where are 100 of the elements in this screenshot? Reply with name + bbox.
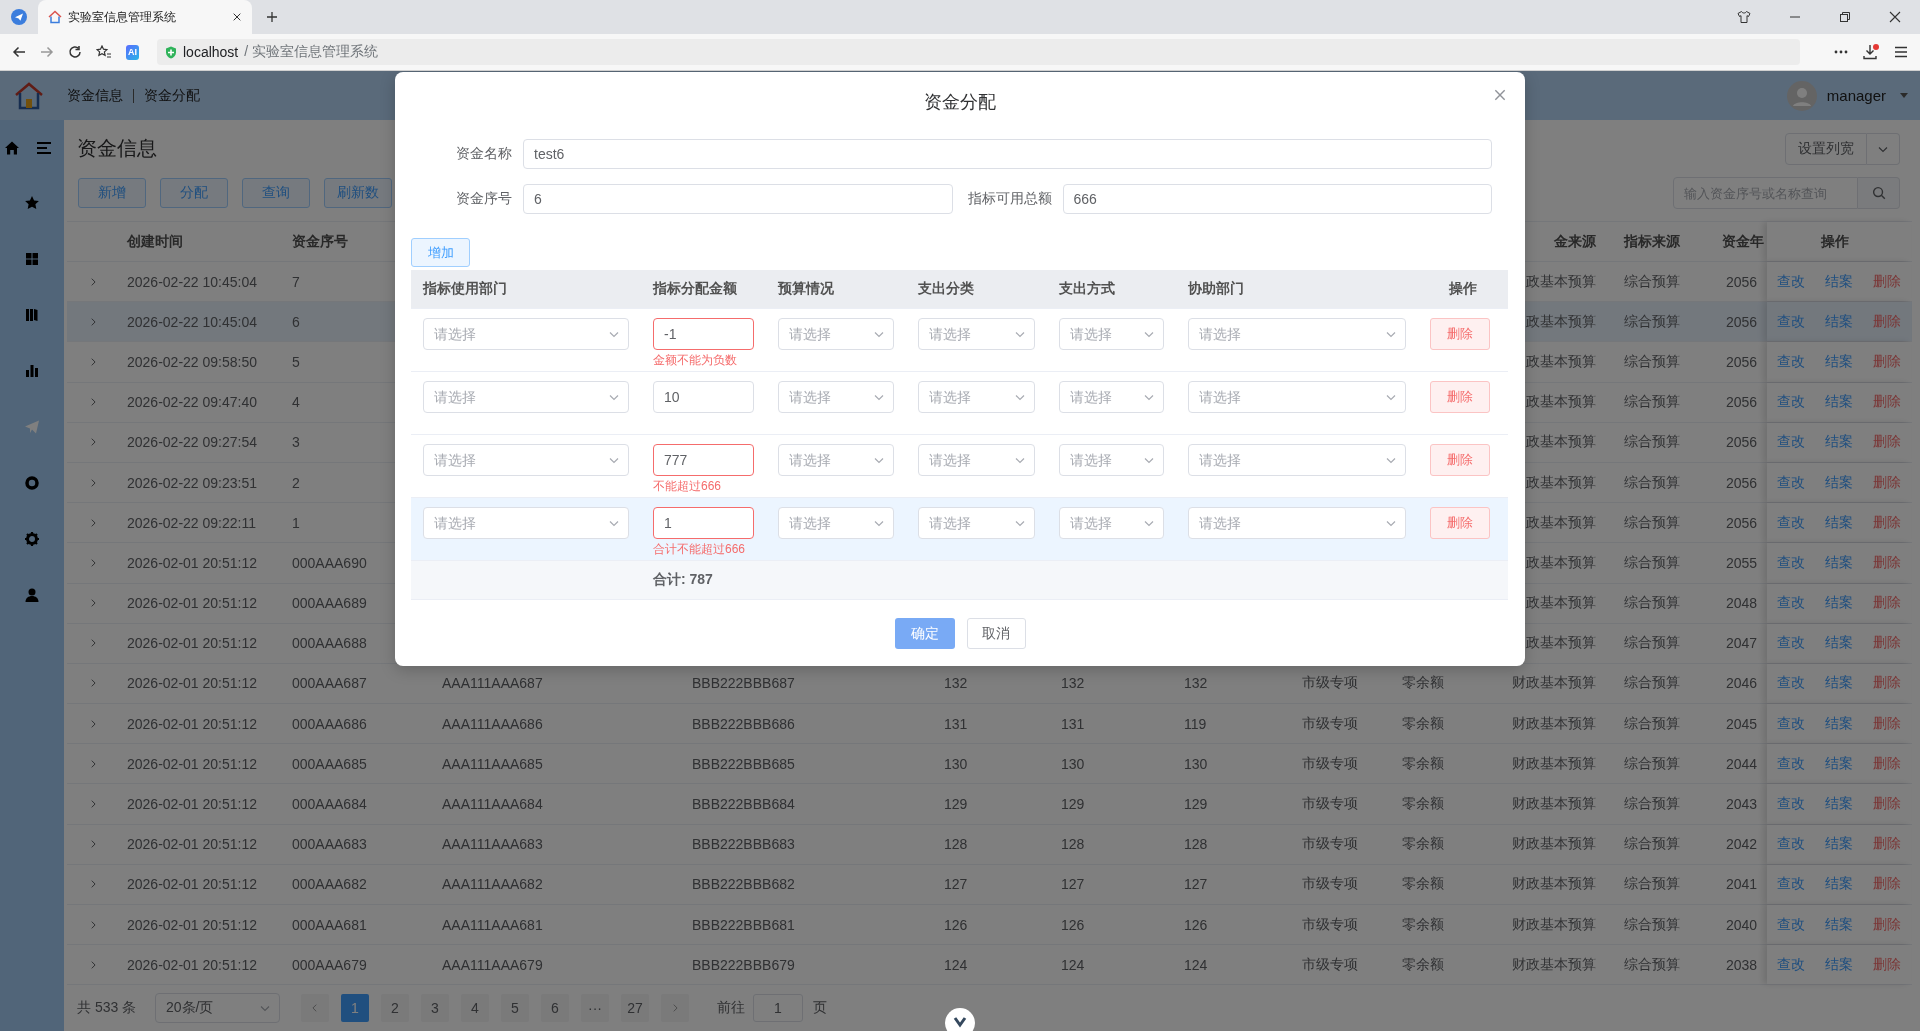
row-action-link[interactable]: 删除 xyxy=(1873,714,1901,733)
amount-field[interactable]: 777 xyxy=(653,444,754,476)
select-field[interactable]: 请选择 xyxy=(778,444,894,476)
page-button[interactable]: 3 xyxy=(421,994,449,1023)
row-action-link[interactable]: 查改 xyxy=(1777,714,1805,733)
user-name[interactable]: manager xyxy=(1826,87,1886,104)
column-width-button[interactable]: 设置列宽 xyxy=(1785,132,1867,165)
row-action-link[interactable]: 结案 xyxy=(1825,393,1853,412)
select-field[interactable]: 请选择 xyxy=(918,318,1035,350)
toolbar-button[interactable]: 刷新数 xyxy=(324,178,392,208)
cancel-button[interactable]: 取消 xyxy=(966,618,1026,649)
close-icon[interactable] xyxy=(232,12,242,22)
delete-button[interactable]: 删除 xyxy=(1430,444,1490,476)
select-field[interactable]: 请选择 xyxy=(423,444,629,476)
page-button[interactable]: 1 xyxy=(341,994,369,1023)
delete-button[interactable]: 删除 xyxy=(1430,381,1490,413)
row-action-link[interactable]: 结案 xyxy=(1825,433,1853,452)
select-field[interactable]: 请选择 xyxy=(1059,381,1164,413)
row-action-link[interactable]: 查改 xyxy=(1777,473,1805,492)
download-icon[interactable] xyxy=(1862,43,1880,61)
breadcrumb-item[interactable]: 资金信息 xyxy=(67,86,123,105)
row-action-link[interactable]: 查改 xyxy=(1777,393,1805,412)
gear-icon[interactable] xyxy=(24,531,40,547)
row-action-link[interactable]: 查改 xyxy=(1777,955,1805,974)
row-action-link[interactable]: 结案 xyxy=(1825,513,1853,532)
select-field[interactable]: 请选择 xyxy=(778,507,894,539)
row-action-link[interactable]: 删除 xyxy=(1873,875,1901,894)
row-action-link[interactable]: 结案 xyxy=(1825,754,1853,773)
row-action-link[interactable]: 查改 xyxy=(1777,433,1805,452)
row-action-link[interactable]: 查改 xyxy=(1777,835,1805,854)
confirm-button[interactable]: 确定 xyxy=(894,618,955,649)
grid-icon[interactable] xyxy=(24,251,40,267)
star-icon[interactable] xyxy=(24,195,40,211)
toolbar-button[interactable]: 新增 xyxy=(78,178,146,208)
select-field[interactable]: 请选择 xyxy=(918,381,1035,413)
caret-down-icon[interactable] xyxy=(1900,92,1908,99)
select-field[interactable]: 请选择 xyxy=(778,381,894,413)
address-bar[interactable]: localhost / 实验室信息管理系统 xyxy=(157,39,1800,65)
row-action-link[interactable]: 结案 xyxy=(1825,553,1853,572)
row-action-link[interactable]: 查改 xyxy=(1777,553,1805,572)
row-action-link[interactable]: 查改 xyxy=(1777,352,1805,371)
select-field[interactable]: 请选择 xyxy=(1188,507,1406,539)
row-action-link[interactable]: 删除 xyxy=(1873,272,1901,291)
row-action-link[interactable]: 删除 xyxy=(1873,955,1901,974)
paper-plane-icon[interactable] xyxy=(11,9,27,25)
select-field[interactable]: 请选择 xyxy=(1188,381,1406,413)
text-field[interactable]: 6 xyxy=(523,184,953,214)
select-field[interactable]: 请选择 xyxy=(423,381,629,413)
plus-icon[interactable] xyxy=(266,11,278,23)
row-action-link[interactable]: 查改 xyxy=(1777,875,1805,894)
restore-icon[interactable] xyxy=(1839,11,1851,23)
row-action-link[interactable]: 删除 xyxy=(1873,312,1901,331)
select-field[interactable]: 请选择 xyxy=(918,507,1035,539)
select-field[interactable]: 请选择 xyxy=(1059,507,1164,539)
row-action-link[interactable]: 删除 xyxy=(1873,634,1901,653)
page-button[interactable]: 4 xyxy=(461,994,489,1023)
browser-tab[interactable]: 实验室信息管理系统 xyxy=(38,0,252,34)
page-button[interactable]: 2 xyxy=(381,994,409,1023)
search-button[interactable] xyxy=(1858,177,1900,209)
more-icon[interactable] xyxy=(1834,50,1848,54)
select-field[interactable]: 请选择 xyxy=(423,318,629,350)
add-button[interactable]: 增加 xyxy=(411,238,470,267)
close-icon[interactable] xyxy=(1889,11,1901,23)
row-action-link[interactable]: 删除 xyxy=(1873,473,1901,492)
row-action-link[interactable]: 删除 xyxy=(1873,835,1901,854)
row-action-link[interactable]: 结案 xyxy=(1825,875,1853,894)
row-action-link[interactable]: 结案 xyxy=(1825,634,1853,653)
row-action-link[interactable]: 查改 xyxy=(1777,634,1805,653)
row-action-link[interactable]: 查改 xyxy=(1777,513,1805,532)
user-icon[interactable] xyxy=(24,587,40,603)
row-action-link[interactable]: 查改 xyxy=(1777,754,1805,773)
bar-chart-icon[interactable] xyxy=(24,363,40,379)
row-action-link[interactable]: 删除 xyxy=(1873,915,1901,934)
row-action-link[interactable]: 删除 xyxy=(1873,754,1901,773)
page-input[interactable]: 1 xyxy=(753,994,803,1023)
page-size-select[interactable]: 20条/页 xyxy=(155,993,280,1024)
row-action-link[interactable]: 结案 xyxy=(1825,915,1853,934)
row-action-link[interactable]: 结案 xyxy=(1825,272,1853,291)
select-field[interactable]: 请选择 xyxy=(423,507,629,539)
row-action-link[interactable]: 删除 xyxy=(1873,553,1901,572)
text-field[interactable]: 666 xyxy=(1062,184,1492,214)
row-action-link[interactable]: 查改 xyxy=(1777,312,1805,331)
amount-field[interactable]: 10 xyxy=(653,381,754,413)
back-icon[interactable] xyxy=(12,45,26,59)
row-action-link[interactable]: 结案 xyxy=(1825,312,1853,331)
row-action-link[interactable]: 删除 xyxy=(1873,393,1901,412)
toolbar-button[interactable]: 查询 xyxy=(242,178,310,208)
row-action-link[interactable]: 结案 xyxy=(1825,795,1853,814)
row-action-link[interactable]: 结案 xyxy=(1825,835,1853,854)
select-field[interactable]: 请选择 xyxy=(778,318,894,350)
row-action-link[interactable]: 查改 xyxy=(1777,594,1805,613)
book-icon[interactable] xyxy=(24,307,40,323)
delete-button[interactable]: 删除 xyxy=(1430,318,1490,350)
row-action-link[interactable]: 删除 xyxy=(1873,352,1901,371)
row-action-link[interactable]: 结案 xyxy=(1825,714,1853,733)
select-field[interactable]: 请选择 xyxy=(918,444,1035,476)
select-field[interactable]: 请选择 xyxy=(1059,318,1164,350)
page-button[interactable]: 6 xyxy=(541,994,569,1023)
row-action-link[interactable]: 查改 xyxy=(1777,915,1805,934)
row-action-link[interactable]: 查改 xyxy=(1777,272,1805,291)
